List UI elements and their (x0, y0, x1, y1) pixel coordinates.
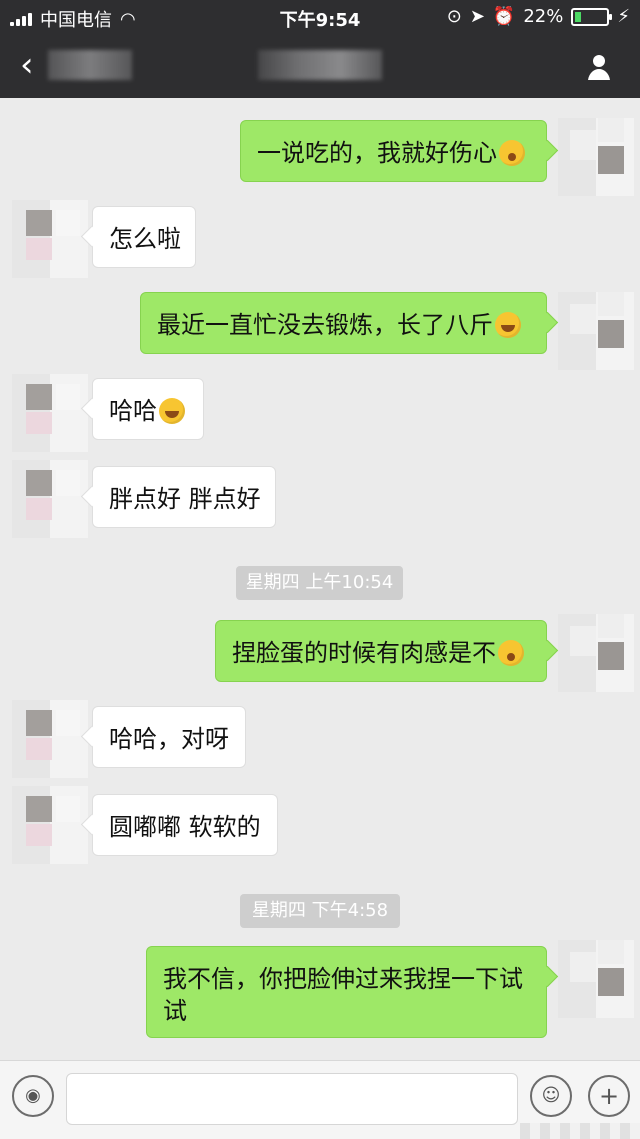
avatar[interactable] (12, 374, 88, 452)
message-bubble[interactable]: 胖点好 胖点好 (92, 466, 276, 528)
alarm-icon: ⏰ (492, 6, 516, 27)
battery-fill (575, 11, 582, 22)
message-bubble[interactable]: 最近一直忙没去锻炼，长了八斤 (140, 292, 547, 354)
message-bubble[interactable]: 捏脸蛋的时候有肉感是不 (215, 620, 547, 682)
message-bubble[interactable]: 我不信，你把脸伸过来我捏一下试试 (146, 946, 547, 1038)
avatar[interactable] (558, 940, 634, 1018)
timestamp: 星期四 下午4:58 (240, 894, 400, 928)
timestamp: 星期四 上午10:54 (236, 566, 403, 600)
message-bubble[interactable]: 一说吃的，我就好伤心 (240, 120, 547, 182)
emoji-icon[interactable]: ☺ (530, 1075, 572, 1117)
plus-icon[interactable]: + (588, 1075, 630, 1117)
avatar[interactable] (12, 200, 88, 278)
battery-icon (571, 7, 613, 26)
contact-info-blur (258, 50, 382, 80)
emoji-icon (159, 398, 185, 424)
message-list: 一说吃的，我就好伤心 怎么啦 最近一直忙没去锻炼，长了八斤 哈哈 胖点好 胖点好… (0, 98, 640, 1060)
avatar[interactable] (12, 460, 88, 538)
profile-icon[interactable] (582, 50, 616, 84)
message-text: 捏脸蛋的时候有肉感是不 (232, 639, 496, 667)
avatar[interactable] (558, 118, 634, 196)
emoji-icon (495, 312, 521, 338)
avatar[interactable] (12, 700, 88, 778)
orientation-lock-icon: ⊙ (446, 6, 462, 27)
watermark (520, 1123, 640, 1139)
avatar[interactable] (558, 292, 634, 370)
message-text: 圆嘟嘟 软软的 (109, 813, 261, 841)
message-bubble[interactable]: 怎么啦 (92, 206, 196, 268)
message-text: 哈哈，对呀 (109, 725, 229, 753)
voice-icon[interactable]: ◉ (12, 1075, 54, 1117)
emoji-icon (498, 640, 524, 666)
status-bar: 中国电信 ◠ 下午9:54 ⊙ ➤ ⏰ 22% ⚡ (0, 0, 640, 34)
contact-name-blur (48, 50, 132, 80)
message-input[interactable] (66, 1073, 518, 1125)
message-bubble[interactable]: 圆嘟嘟 软软的 (92, 794, 278, 856)
message-composer: ◉ ☺ + (0, 1060, 640, 1139)
avatar[interactable] (558, 614, 634, 692)
emoji-icon (499, 140, 525, 166)
message-text: 一说吃的，我就好伤心 (257, 139, 497, 167)
message-text: 怎么啦 (109, 225, 181, 253)
message-bubble[interactable]: 哈哈 (92, 378, 204, 440)
message-text: 最近一直忙没去锻炼，长了八斤 (157, 311, 493, 339)
chat-header: ‹ (0, 34, 640, 98)
message-text: 哈哈 (109, 397, 157, 425)
status-right: ⊙ ➤ ⏰ 22% ⚡ (447, 6, 630, 27)
charging-icon: ⚡ (617, 6, 630, 27)
message-text: 胖点好 胖点好 (109, 485, 261, 513)
message-text: 我不信，你把脸伸过来我捏一下试试 (163, 965, 523, 1025)
location-icon: ➤ (469, 6, 485, 27)
battery-percent: 22% (523, 6, 564, 27)
avatar[interactable] (12, 786, 88, 864)
message-bubble[interactable]: 哈哈，对呀 (92, 706, 246, 768)
